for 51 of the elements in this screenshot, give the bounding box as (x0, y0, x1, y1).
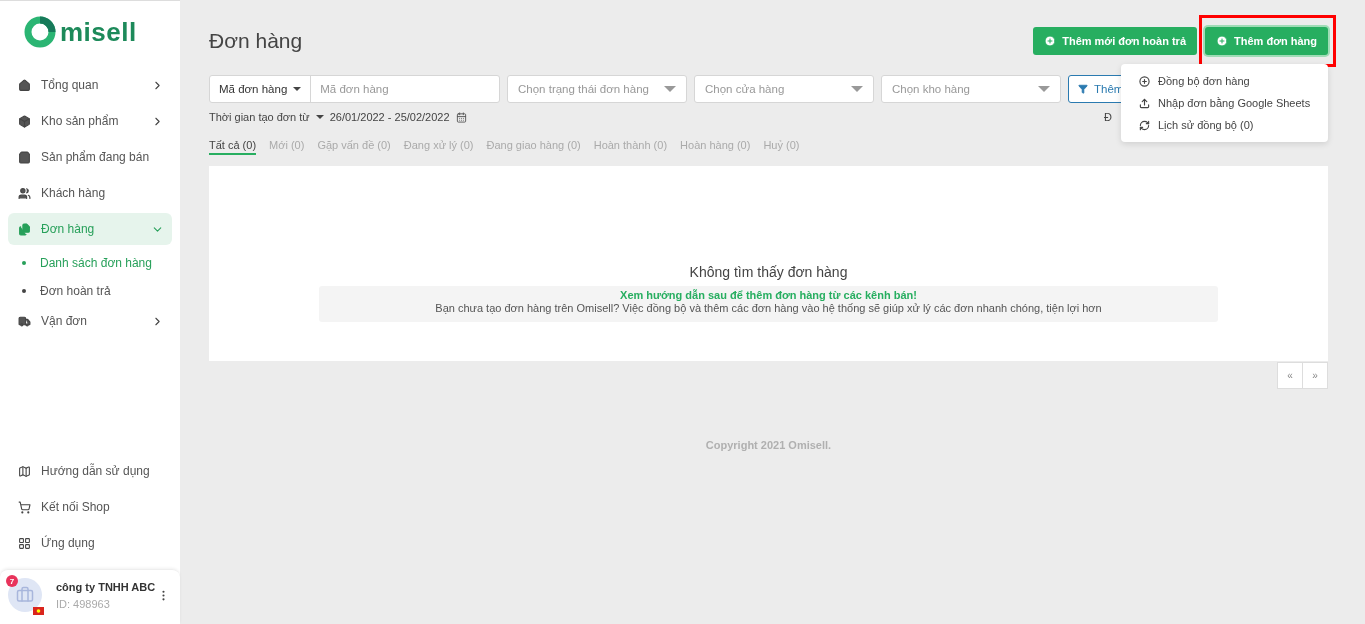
page-title: Đơn hàng (209, 29, 303, 53)
sidebar-item[interactable]: Kho sản phẩm (8, 105, 172, 137)
select-field[interactable]: Chọn trạng thái đơn hàng (507, 75, 687, 103)
sidebar-item[interactable]: Tổng quan (8, 69, 172, 101)
sidebar-item[interactable]: Khách hàng (8, 177, 172, 209)
select-field[interactable]: Chọn cửa hàng (694, 75, 874, 103)
upload-icon (1139, 97, 1150, 109)
partial-text: Đ (1104, 111, 1112, 123)
select-field[interactable]: Chọn kho hàng (881, 75, 1061, 103)
account-id: ID: 498963 (56, 597, 111, 610)
sidebar-subitem[interactable]: Danh sách đơn hàng (8, 249, 172, 277)
refresh-icon (1139, 119, 1150, 131)
plus-circle-icon (1139, 75, 1150, 87)
add-button[interactable]: Thêm mới đơn hoàn trả (1033, 27, 1197, 55)
info-message: Bạn chưa tạo đơn hàng trên Omisell? Việc đồng bộ và thêm các đơn hàng vào hệ thống sẽ giúp xử lý các đơn nhanh chóng, tiện lợi hơn (435, 302, 1102, 314)
account-name: công ty TNHH ABC (56, 580, 157, 593)
add-button[interactable]: Thêm đơn hàng (1205, 27, 1328, 55)
map-icon (18, 464, 31, 478)
grid-icon (18, 536, 31, 550)
logo-ring-icon (24, 16, 56, 48)
status-tab[interactable]: Tất cả (0) (209, 135, 257, 155)
truck-icon (18, 314, 31, 328)
box-icon (18, 114, 31, 128)
plus-circle-icon (1216, 35, 1228, 47)
sidebar-item[interactable]: Vận đơn (8, 305, 172, 337)
sidebar-subitem[interactable]: Đơn hoàn trả (8, 277, 172, 305)
copyright: Copyright 2021 Omisell. (704, 439, 833, 451)
users-icon (18, 186, 31, 200)
date-type-select[interactable]: Thời gian tạo đơn từ (209, 111, 310, 123)
page-button[interactable]: » (1302, 362, 1328, 389)
date-range[interactable]: 26/01/2022 - 25/02/2022 (329, 111, 450, 123)
sidebar-item[interactable]: Ứng dụng (8, 527, 172, 559)
search-type-select[interactable]: Mã đơn hàng (210, 76, 312, 102)
plus-circle-icon (1044, 35, 1057, 47)
sidebar-item[interactable]: Đơn hàng (8, 213, 172, 245)
filter-icon (1078, 84, 1088, 94)
search-field[interactable]: Mã đơn hàng Mã đơn hàng (209, 75, 500, 103)
cart-icon (18, 500, 31, 514)
guide-link[interactable]: Xem hướng dẫn sau để thêm đơn hàng từ các kênh bán! (620, 289, 917, 301)
flag-icon (33, 607, 44, 615)
menu-item[interactable]: Lịch sử đồng bộ (0) (1121, 114, 1328, 136)
home-icon (18, 78, 31, 92)
sidebar-item[interactable]: Sản phẩm đang bán (8, 141, 172, 173)
empty-title: Không tìm thấy đơn hàng (689, 264, 848, 280)
logo-text: misell (60, 16, 137, 48)
sidebar-item[interactable]: Hướng dẫn sử dụng (8, 455, 172, 487)
page-button[interactable]: « (1277, 362, 1303, 389)
calendar-icon[interactable] (455, 111, 467, 123)
notification-badge: 7 (6, 575, 18, 587)
sidebar-item[interactable]: Kết nối Shop (8, 491, 172, 523)
briefcase-icon (16, 586, 34, 604)
